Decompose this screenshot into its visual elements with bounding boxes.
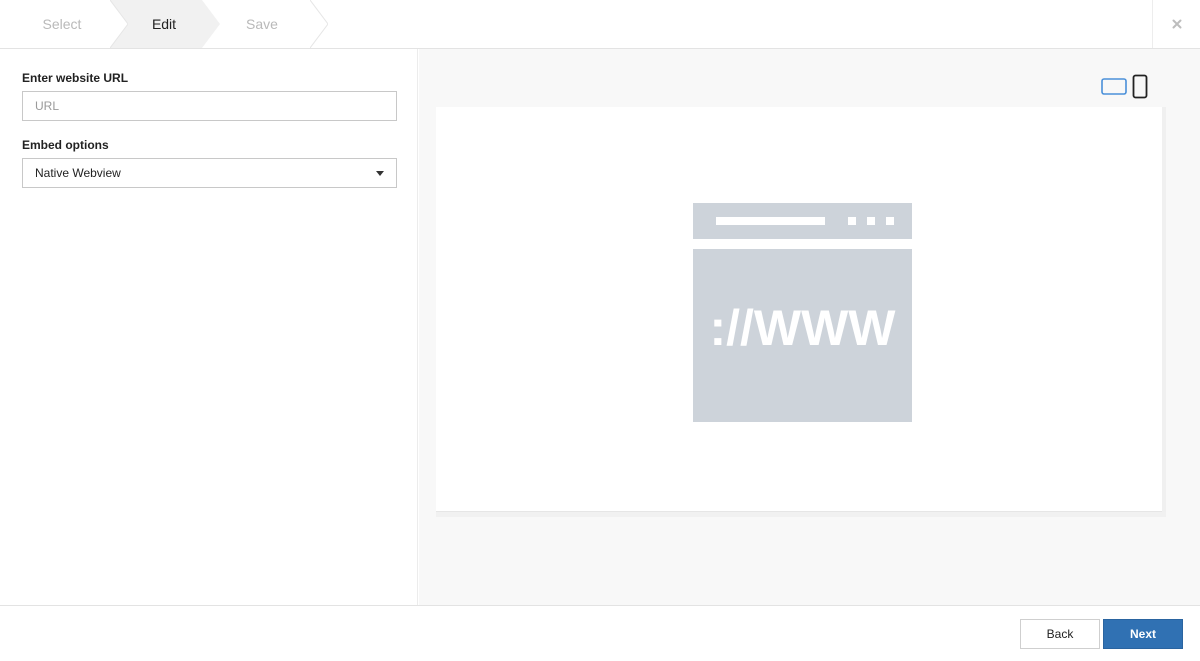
embed-options-select[interactable]: Native Webview xyxy=(22,158,397,188)
desktop-preview-toggle[interactable] xyxy=(1101,78,1127,100)
url-input[interactable] xyxy=(22,91,397,121)
wizard-step-edit[interactable]: Edit xyxy=(124,0,204,48)
www-text: ://WWW xyxy=(709,300,896,356)
preview-shadow-bottom xyxy=(436,512,1166,517)
preview-canvas: ://WWW xyxy=(436,107,1162,512)
embed-options-value: Native Webview xyxy=(35,166,121,180)
back-button[interactable]: Back xyxy=(1020,619,1100,649)
step-separator xyxy=(310,0,328,48)
desktop-landscape-icon xyxy=(1101,78,1127,95)
caret-down-icon xyxy=(376,171,384,176)
wizard-step-select[interactable]: Select xyxy=(22,0,102,48)
wizard-header: Select Edit Save xyxy=(0,0,1200,49)
preview-panel: ://WWW xyxy=(419,49,1200,605)
wizard-step-save[interactable]: Save xyxy=(222,0,302,48)
wizard-footer: Back Next xyxy=(0,605,1200,661)
mobile-preview-toggle[interactable] xyxy=(1132,74,1148,104)
www-placeholder-icon: ://WWW xyxy=(693,203,912,422)
url-field-label: Enter website URL xyxy=(22,71,129,85)
embed-options-label: Embed options xyxy=(22,138,109,152)
next-button[interactable]: Next xyxy=(1103,619,1183,649)
close-button[interactable] xyxy=(1152,0,1200,48)
close-icon xyxy=(1172,19,1181,29)
preview-shadow-right xyxy=(1162,107,1166,517)
settings-panel: Enter website URL Embed options Native W… xyxy=(0,49,418,605)
mobile-portrait-icon xyxy=(1132,74,1148,99)
